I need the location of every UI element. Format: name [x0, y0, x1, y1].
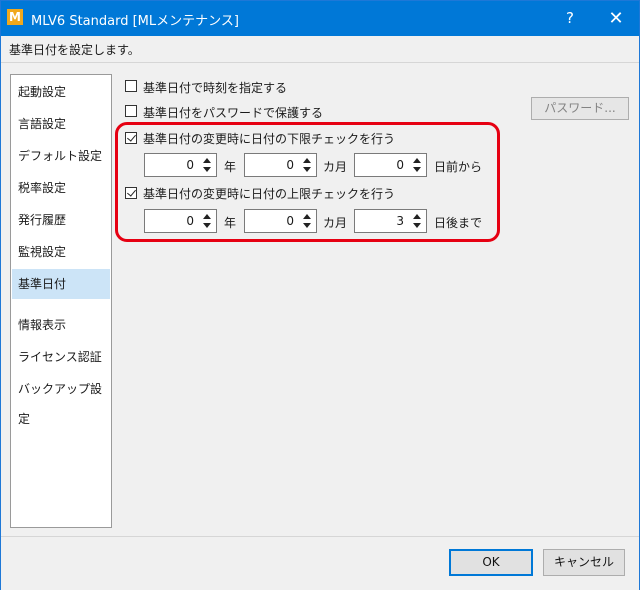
- spin-down-icon[interactable]: [203, 167, 211, 172]
- sidebar-item-backup[interactable]: バックアップ設定: [12, 374, 110, 426]
- password-button[interactable]: パスワード...: [531, 97, 629, 120]
- settings-sidebar: 起動設定 言語設定 デフォルト設定 税率設定 発行履歴 監視設定 基準日付 情報…: [10, 74, 112, 528]
- upper-check-checkbox[interactable]: [125, 187, 137, 199]
- password-protect-label: 基準日付をパスワードで保護する: [143, 106, 324, 120]
- window-title: MLV6 Standard [MLメンテナンス]: [31, 14, 239, 29]
- upper-year-spinner[interactable]: 0: [144, 209, 217, 233]
- sidebar-item-issue-history[interactable]: 発行履歴: [12, 205, 110, 235]
- spin-down-icon[interactable]: [303, 167, 311, 172]
- upper-check-label: 基準日付の変更時に日付の上限チェックを行う: [143, 187, 396, 201]
- upper-month-unit: カ月: [323, 216, 348, 230]
- title-bar[interactable]: M MLV6 Standard [MLメンテナンス] ? ✕: [1, 1, 639, 36]
- upper-day-spinner[interactable]: 3: [354, 209, 427, 233]
- upper-day-arrows[interactable]: [411, 212, 423, 230]
- upper-month-spinner[interactable]: 0: [244, 209, 317, 233]
- spin-up-icon[interactable]: [413, 214, 421, 219]
- upper-month-arrows[interactable]: [301, 212, 313, 230]
- close-button[interactable]: ✕: [593, 1, 639, 36]
- sidebar-item-startup[interactable]: 起動設定: [12, 77, 110, 107]
- sidebar-item-tax-rate[interactable]: 税率設定: [12, 173, 110, 203]
- lower-day-arrows[interactable]: [411, 156, 423, 174]
- spin-up-icon[interactable]: [203, 214, 211, 219]
- spin-down-icon[interactable]: [413, 223, 421, 228]
- specify-time-label: 基準日付で時刻を指定する: [143, 81, 288, 95]
- spin-up-icon[interactable]: [303, 158, 311, 163]
- password-protect-checkbox[interactable]: [125, 105, 137, 117]
- upper-year-value: 0: [186, 214, 194, 228]
- lower-day-value: 0: [396, 158, 404, 172]
- description-bar: 基準日付を設定します。: [1, 36, 639, 63]
- lower-month-spinner[interactable]: 0: [244, 153, 317, 177]
- lower-month-value: 0: [286, 158, 294, 172]
- upper-year-unit: 年: [224, 216, 237, 230]
- upper-year-arrows[interactable]: [201, 212, 213, 230]
- lower-day-unit: 日前から: [434, 160, 483, 174]
- spin-down-icon[interactable]: [303, 223, 311, 228]
- app-logo-icon: M: [7, 9, 23, 25]
- upper-day-value: 3: [396, 214, 404, 228]
- lower-year-spinner[interactable]: 0: [144, 153, 217, 177]
- lower-year-arrows[interactable]: [201, 156, 213, 174]
- sidebar-item-base-date[interactable]: 基準日付: [12, 269, 110, 299]
- lower-month-unit: カ月: [323, 160, 348, 174]
- help-button[interactable]: ?: [547, 1, 593, 36]
- sidebar-item-info[interactable]: 情報表示: [12, 310, 110, 340]
- spin-up-icon[interactable]: [413, 158, 421, 163]
- lower-check-checkbox[interactable]: [125, 132, 137, 144]
- upper-day-unit: 日後まで: [434, 216, 483, 230]
- ok-button[interactable]: OK: [449, 549, 533, 576]
- cancel-button[interactable]: キャンセル: [543, 549, 625, 576]
- dialog-window: M MLV6 Standard [MLメンテナンス] ? ✕ 基準日付を設定しま…: [0, 0, 640, 590]
- specify-time-checkbox[interactable]: [125, 80, 137, 92]
- sidebar-item-monitoring[interactable]: 監視設定: [12, 237, 110, 267]
- sidebar-item-license[interactable]: ライセンス認証: [12, 342, 110, 372]
- spin-down-icon[interactable]: [203, 223, 211, 228]
- lower-check-label: 基準日付の変更時に日付の下限チェックを行う: [143, 132, 396, 146]
- spin-up-icon[interactable]: [303, 214, 311, 219]
- sidebar-item-language[interactable]: 言語設定: [12, 109, 110, 139]
- upper-month-value: 0: [286, 214, 294, 228]
- lower-month-arrows[interactable]: [301, 156, 313, 174]
- spin-down-icon[interactable]: [413, 167, 421, 172]
- sidebar-item-default[interactable]: デフォルト設定: [12, 141, 110, 171]
- description-text: 基準日付を設定します。: [9, 43, 140, 57]
- spin-up-icon[interactable]: [203, 158, 211, 163]
- lower-day-spinner[interactable]: 0: [354, 153, 427, 177]
- lower-year-unit: 年: [224, 160, 237, 174]
- lower-year-value: 0: [186, 158, 194, 172]
